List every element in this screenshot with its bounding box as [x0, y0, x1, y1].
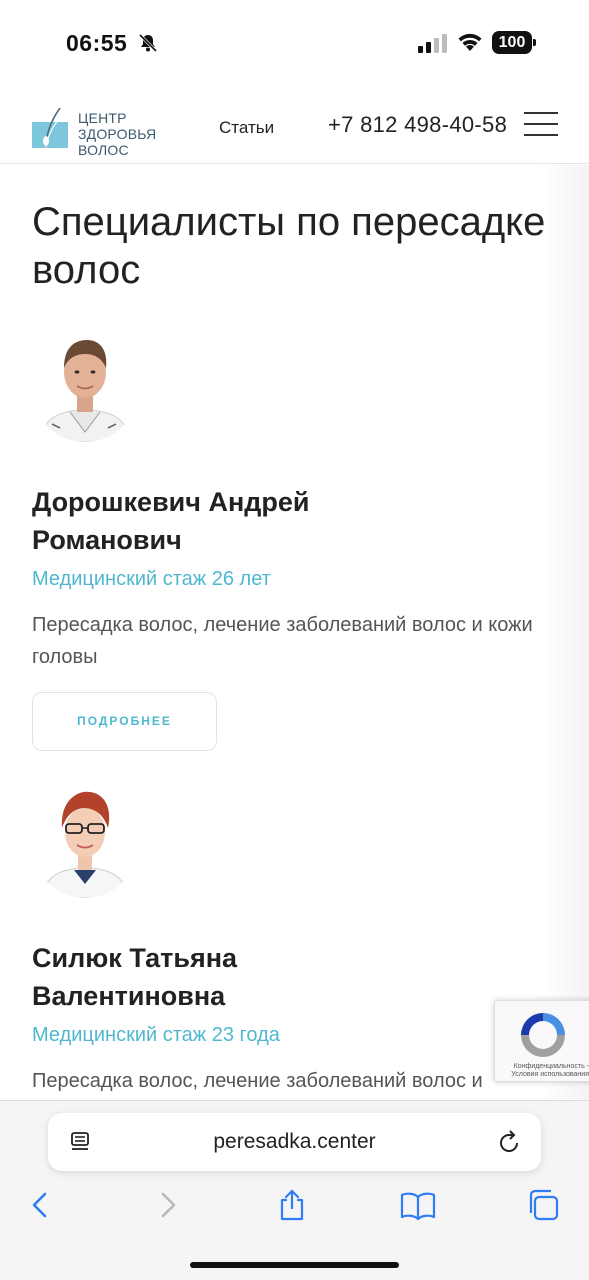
doctor-photo-silyuk[interactable]: [32, 788, 138, 898]
status-bar: 06:55 100: [0, 0, 589, 84]
doctor-description: Пересадка волос, лечение заболеваний вол…: [32, 614, 533, 668]
browser-toolbar: peresadka.center: [0, 1100, 589, 1280]
tabs-icon[interactable]: [527, 1189, 559, 1221]
status-time: 06:55: [66, 30, 128, 56]
hamburger-menu-icon[interactable]: [524, 112, 558, 136]
page-edge-shadow: [540, 165, 589, 1100]
nav-articles-link[interactable]: Статьи: [219, 118, 274, 138]
phone-link[interactable]: +7 812 498-40-58: [328, 112, 507, 138]
doctor-experience: Медицинский стаж 23 года: [32, 1024, 280, 1046]
home-indicator: [190, 1262, 399, 1268]
doctor-name[interactable]: Силюк Татьяна Валентиновна: [32, 939, 432, 1015]
battery-tip: [533, 39, 536, 46]
recaptcha-badge[interactable]: Конфиденциальность - Условия использован…: [494, 1000, 589, 1082]
recaptcha-icon: [521, 1013, 565, 1057]
url-text[interactable]: peresadka.center: [48, 1130, 541, 1154]
wifi-icon: [458, 33, 482, 51]
forward-icon[interactable]: [152, 1189, 182, 1221]
address-bar[interactable]: peresadka.center: [48, 1113, 541, 1171]
battery-indicator: 100: [492, 31, 536, 54]
recaptcha-terms[interactable]: Конфиденциальность - Условия использован…: [499, 1063, 589, 1079]
logo-icon[interactable]: [32, 108, 68, 148]
doctor-experience: Медицинский стаж 26 лет: [32, 568, 271, 590]
site-header: ЦЕНТР ЗДОРОВЬЯ ВОЛОС Статьи +7 812 498-4…: [0, 84, 589, 164]
page-title: Специалисты по пересадке волос: [32, 200, 546, 292]
back-icon[interactable]: [26, 1189, 56, 1221]
battery-level: 100: [492, 31, 532, 54]
doctor-photo-doroshkevich[interactable]: [32, 332, 138, 442]
cellular-signal-icon: [418, 34, 447, 53]
share-icon[interactable]: [277, 1189, 307, 1221]
logo-text[interactable]: ЦЕНТР ЗДОРОВЬЯ ВОЛОС: [78, 110, 198, 158]
reload-icon[interactable]: [498, 1129, 522, 1155]
doctor-description: Пересадка волос, лечение заболеваний вол…: [32, 1070, 483, 1092]
doctor-name[interactable]: Дорошкевич Андрей Романович: [32, 483, 432, 559]
bell-muted-icon: [138, 33, 158, 53]
more-details-button[interactable]: ПОДРОБНЕЕ: [32, 692, 217, 751]
bookmarks-icon[interactable]: [400, 1189, 436, 1221]
